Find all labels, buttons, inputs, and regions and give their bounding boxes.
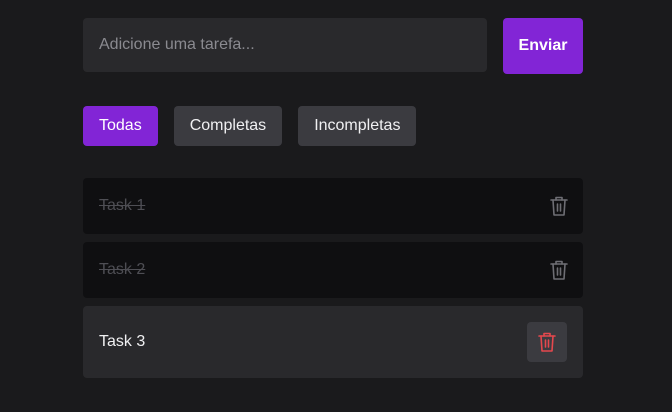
new-task-row: Enviar	[83, 18, 583, 74]
trash-icon	[549, 259, 569, 281]
filter-incomplete-button[interactable]: Incompletas	[298, 106, 417, 146]
task-item[interactable]: Task 3	[83, 306, 583, 378]
new-task-input[interactable]	[83, 18, 487, 72]
filter-bar: Todas Completas Incompletas	[83, 106, 583, 146]
delete-task-button[interactable]	[527, 322, 567, 362]
task-label: Task 2	[99, 261, 146, 278]
task-item[interactable]: Task 1	[83, 178, 583, 234]
send-button[interactable]: Enviar	[503, 18, 583, 74]
task-list: Task 1 Task 2 Task 3	[83, 178, 583, 378]
task-item[interactable]: Task 2	[83, 242, 583, 298]
task-label: Task 3	[99, 333, 146, 350]
delete-task-button[interactable]	[539, 250, 579, 290]
task-label: Task 1	[99, 197, 146, 214]
filter-all-button[interactable]: Todas	[83, 106, 158, 146]
delete-task-button[interactable]	[539, 186, 579, 226]
filter-completed-button[interactable]: Completas	[173, 106, 283, 146]
trash-icon	[537, 331, 557, 353]
todo-app: Enviar Todas Completas Incompletas Task …	[83, 18, 583, 378]
trash-icon	[549, 195, 569, 217]
